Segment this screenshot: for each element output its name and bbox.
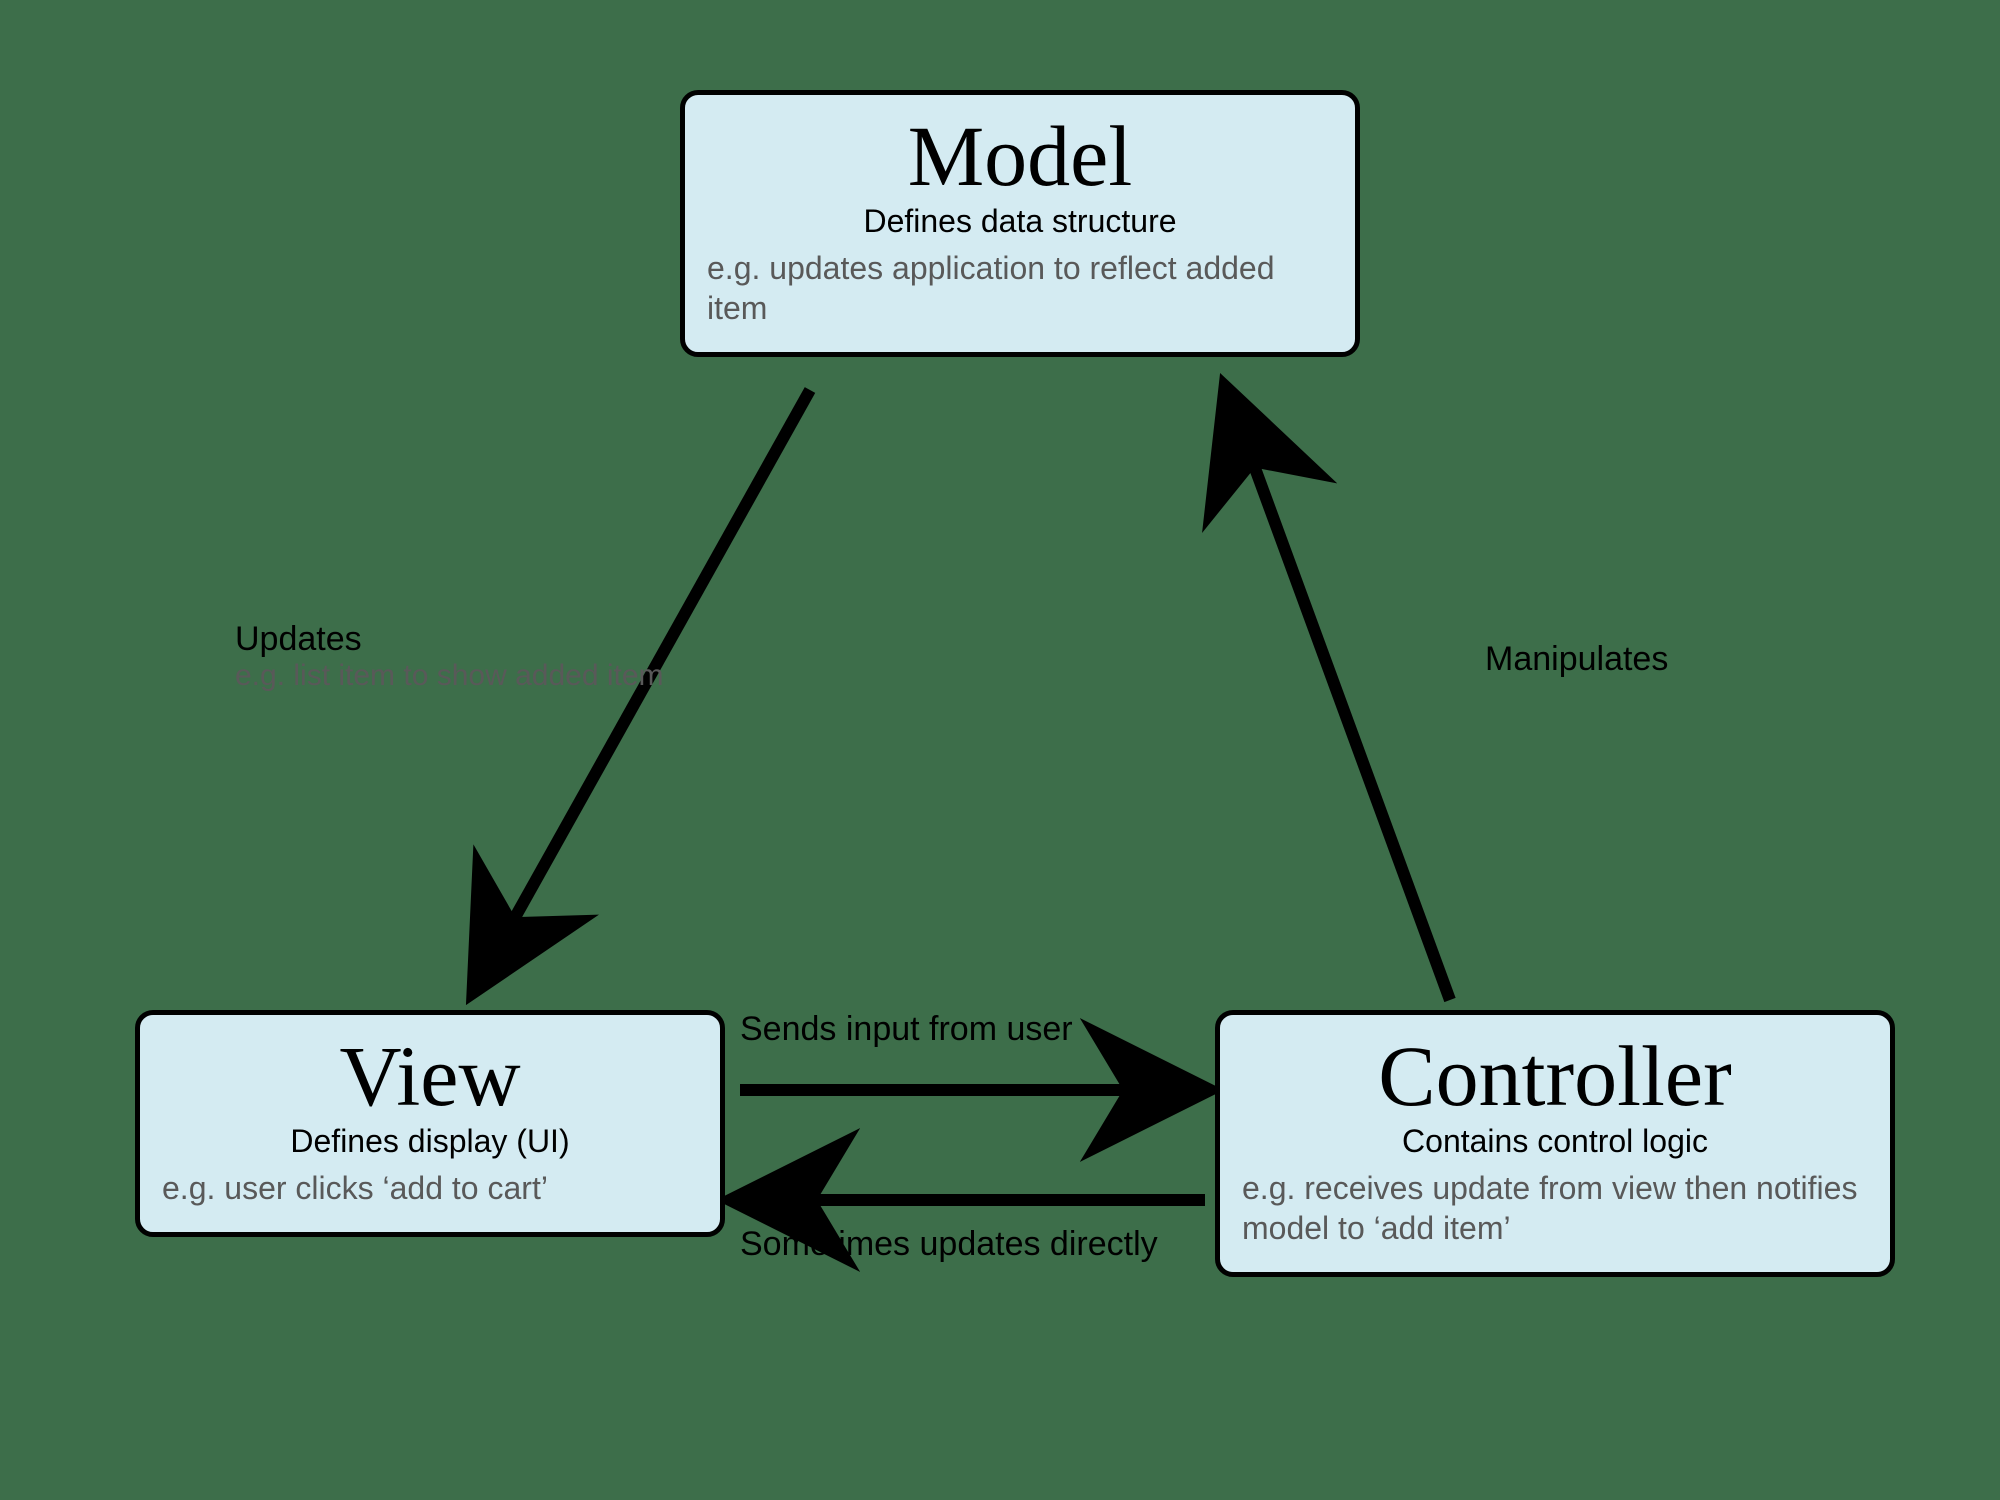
edge-label-sometimes-main: Sometimes updates directly — [740, 1225, 1158, 1264]
view-subtitle: Defines display (UI) — [162, 1123, 698, 1160]
controller-title: Controller — [1242, 1033, 1868, 1119]
model-example: e.g. updates application to reflect adde… — [707, 248, 1333, 328]
edge-label-sometimes: Sometimes updates directly — [740, 1225, 1158, 1264]
controller-node: Controller Contains control logic e.g. r… — [1215, 1010, 1895, 1277]
edge-label-updates-sub: e.g. list item to show added item — [235, 659, 755, 693]
model-node: Model Defines data structure e.g. update… — [680, 90, 1360, 357]
view-node: View Defines display (UI) e.g. user clic… — [135, 1010, 725, 1237]
controller-subtitle: Contains control logic — [1242, 1123, 1868, 1160]
view-title: View — [162, 1033, 698, 1119]
edge-label-manipulates: Manipulates — [1485, 640, 1668, 679]
edge-label-updates: Updates e.g. list item to show added ite… — [235, 620, 755, 693]
model-subtitle: Defines data structure — [707, 203, 1333, 240]
edge-label-updates-main: Updates — [235, 620, 755, 659]
arrow-controller-to-model — [1230, 400, 1450, 1000]
controller-example: e.g. receives update from view then noti… — [1242, 1168, 1868, 1248]
edge-label-manipulates-main: Manipulates — [1485, 640, 1668, 679]
model-title: Model — [707, 113, 1333, 199]
view-example: e.g. user clicks ‘add to cart’ — [162, 1168, 698, 1208]
edge-label-sends-main: Sends input from user — [740, 1010, 1073, 1049]
edge-label-sends: Sends input from user — [740, 1010, 1073, 1049]
